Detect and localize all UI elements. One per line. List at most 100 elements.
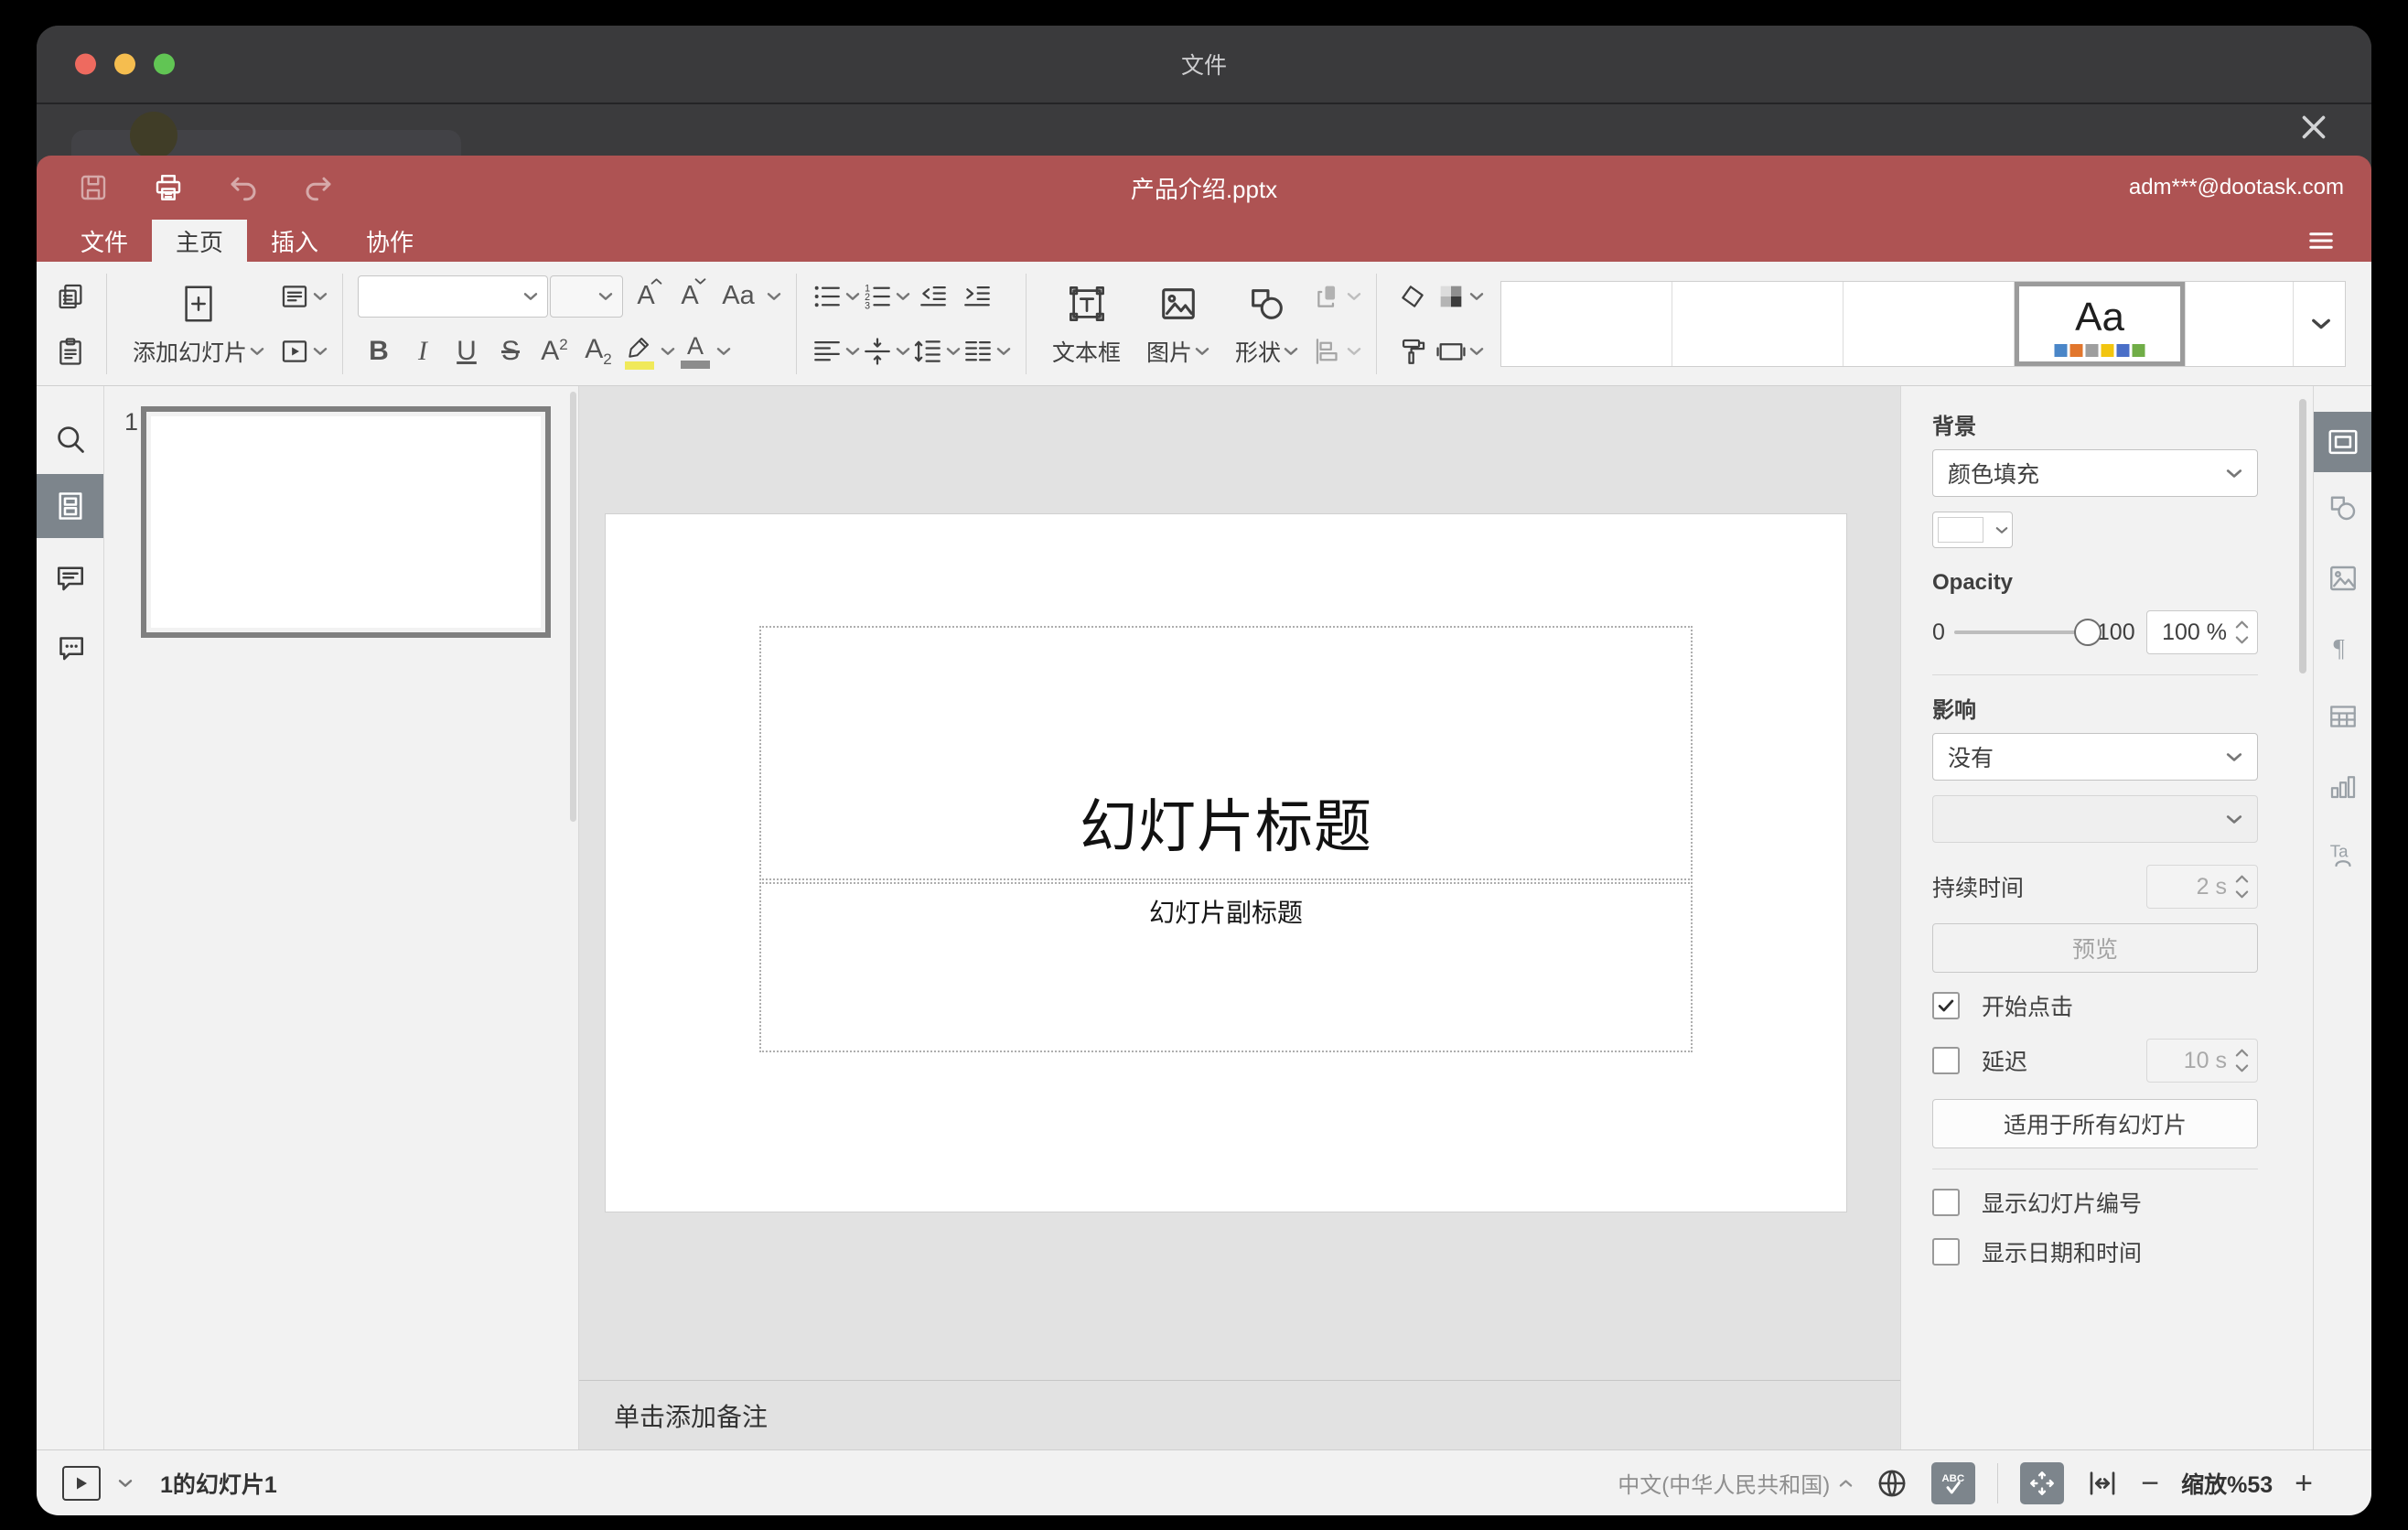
subtitle-placeholder[interactable]: 幻灯片副标题 (759, 882, 1693, 1052)
strikethrough-button[interactable]: S (489, 329, 532, 374)
set-language-icon[interactable] (1875, 1466, 1909, 1501)
zoom-in-button[interactable]: + (2295, 1468, 2313, 1499)
shape-icon (1246, 280, 1288, 328)
chevron-down-icon (1995, 526, 2008, 534)
opacity-label: Opacity (1932, 570, 2014, 595)
font-size-select[interactable] (550, 275, 624, 318)
shape-settings-icon[interactable] (2327, 491, 2360, 524)
theme-option[interactable] (2186, 281, 2295, 366)
start-on-click-checkbox[interactable]: 开始点击 (1932, 989, 2258, 1022)
settings-scrollbar[interactable] (2299, 399, 2306, 673)
close-window-button[interactable] (75, 53, 96, 75)
save-icon[interactable] (77, 171, 110, 204)
change-case-button[interactable]: Aa (713, 274, 781, 319)
search-icon[interactable] (54, 423, 87, 456)
superscript-button[interactable]: A2 (533, 329, 575, 374)
copy-style-button[interactable] (1392, 329, 1434, 374)
paragraph-settings-icon[interactable]: ¶ (2327, 631, 2360, 664)
comments-icon[interactable] (54, 562, 87, 595)
slide-thumbnail-1[interactable] (141, 406, 551, 638)
image-settings-icon[interactable] (2327, 562, 2360, 595)
italic-button[interactable]: I (402, 329, 444, 374)
delay-checkbox[interactable]: 延迟 10 s (1932, 1039, 2258, 1083)
clear-style-button[interactable] (1392, 274, 1434, 319)
svg-text:¶: ¶ (2333, 634, 2344, 662)
apply-to-all-slides-button[interactable]: 适用于所有幻灯片 (1932, 1099, 2258, 1148)
chevron-down-icon (896, 292, 910, 301)
menu-icon[interactable] (2306, 227, 2337, 254)
textart-settings-icon[interactable]: Ta (2327, 838, 2360, 871)
theme-option[interactable] (1672, 281, 1844, 366)
language-selector[interactable]: 中文(中华人民共和国) (1618, 1467, 1853, 1499)
bullets-button[interactable] (812, 274, 860, 319)
zoom-out-button[interactable]: − (2141, 1468, 2159, 1499)
close-icon[interactable] (2295, 108, 2333, 146)
tab-insert[interactable]: 插入 (247, 220, 342, 262)
slide[interactable]: 幻灯片标题 幻灯片副标题 (605, 513, 1847, 1212)
background-fill-select[interactable]: 颜色填充 (1932, 449, 2258, 497)
font-color-button[interactable]: A (677, 329, 731, 374)
opacity-input[interactable]: 100 % (2146, 610, 2258, 654)
zoom-window-button[interactable] (154, 53, 175, 75)
copy-button[interactable] (49, 274, 91, 319)
chevron-down-icon[interactable] (118, 1479, 133, 1488)
show-slide-number-checkbox[interactable]: 显示幻灯片编号 (1932, 1186, 2258, 1219)
insert-image-button[interactable]: 图片 (1135, 269, 1220, 379)
chart-settings-icon[interactable] (2327, 770, 2360, 803)
vertical-align-button[interactable] (862, 329, 910, 374)
opacity-slider-thumb[interactable] (2073, 619, 2102, 646)
add-slide-button[interactable]: 添加幻灯片 (122, 269, 275, 379)
notes-area[interactable]: 单击添加备注 (579, 1380, 1900, 1449)
transition-effect-select[interactable]: 没有 (1932, 733, 2258, 781)
subscript-button[interactable]: A2 (577, 329, 619, 374)
theme-gallery-expand-button[interactable] (2294, 282, 2345, 366)
start-slideshow-button[interactable] (279, 329, 328, 374)
undo-icon[interactable] (227, 171, 260, 204)
slide-position-info: 1的幻灯片1 (160, 1471, 277, 1498)
insert-shape-button[interactable]: 形状 (1224, 269, 1309, 379)
slide-layout-button[interactable] (279, 274, 328, 319)
horizontal-align-button[interactable] (812, 329, 860, 374)
statusbar-separator (1997, 1462, 1999, 1503)
background-color-picker[interactable] (1932, 512, 2013, 548)
slide-settings-tab-active[interactable] (2314, 412, 2371, 472)
font-name-select[interactable] (358, 275, 549, 318)
title-placeholder[interactable]: 幻灯片标题 (759, 626, 1693, 880)
slides-panel-toggle-active[interactable] (37, 474, 103, 538)
theme-option-selected[interactable]: Aa (2015, 281, 2187, 366)
thumbnails-scrollbar[interactable] (570, 392, 576, 822)
insert-textbox-button[interactable]: 文本框 (1041, 269, 1132, 379)
stepper-arrows-icon[interactable] (2235, 617, 2249, 648)
numbering-button[interactable]: 123 (862, 274, 910, 319)
line-spacing-button[interactable] (912, 329, 961, 374)
minimize-window-button[interactable] (114, 53, 135, 75)
highlight-color-button[interactable] (621, 329, 675, 374)
color-scheme-button[interactable] (1435, 274, 1484, 319)
arrange-shape-button[interactable] (1313, 274, 1361, 319)
fit-to-width-icon[interactable] (2086, 1467, 2119, 1500)
fit-to-slide-button[interactable] (2020, 1461, 2065, 1504)
chat-icon[interactable] (54, 631, 87, 664)
start-slideshow-statusbar-button[interactable] (62, 1465, 101, 1501)
opacity-slider[interactable] (1953, 619, 2102, 646)
decrease-indent-button[interactable] (912, 274, 954, 319)
columns-button[interactable] (962, 329, 1011, 374)
tab-home[interactable]: 主页 (152, 220, 248, 262)
table-settings-icon[interactable] (2327, 700, 2360, 733)
increase-indent-button[interactable] (956, 274, 998, 319)
show-date-time-checkbox[interactable]: 显示日期和时间 (1932, 1235, 2258, 1268)
increase-font-button[interactable]: A (625, 274, 667, 319)
theme-option[interactable] (1501, 281, 1673, 366)
align-shape-button[interactable] (1313, 329, 1361, 374)
tab-collaboration[interactable]: 协作 (342, 220, 437, 262)
spell-check-toggle[interactable]: ABC (1931, 1461, 1976, 1504)
print-icon[interactable] (152, 171, 185, 204)
bold-button[interactable]: B (358, 329, 400, 374)
decrease-font-button[interactable]: A (669, 274, 711, 319)
paste-button[interactable] (49, 329, 91, 374)
underline-button[interactable]: U (446, 329, 488, 374)
slide-size-button[interactable] (1435, 329, 1484, 374)
redo-icon[interactable] (302, 171, 335, 204)
tab-file[interactable]: 文件 (57, 220, 152, 262)
theme-option[interactable] (1844, 281, 2016, 366)
